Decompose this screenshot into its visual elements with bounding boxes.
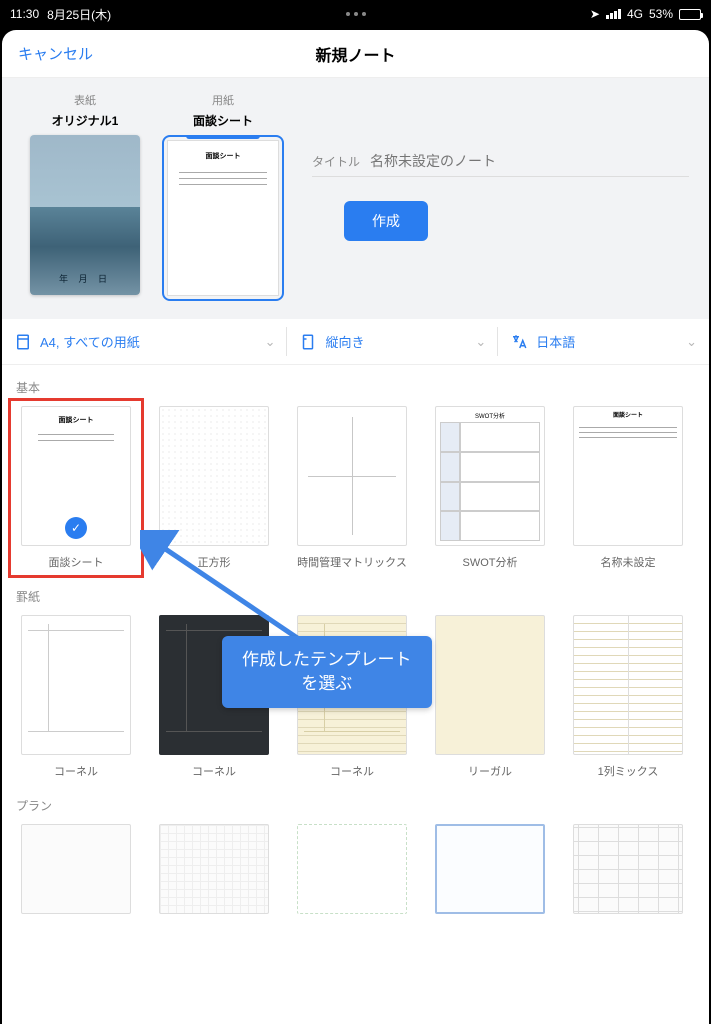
title-field-row[interactable]: タイトル xyxy=(312,153,689,177)
status-bar: 11:30 8月25日(木) ➤ 4G 53% xyxy=(0,0,711,28)
paper-column[interactable]: 用紙 面談シート 面談シート xyxy=(162,92,284,301)
template-caption: 1列ミックス xyxy=(598,763,659,779)
chevron-down-icon: ⌄ xyxy=(475,334,486,350)
cover-date-text: 年 月 日 xyxy=(30,272,140,285)
cover-label: 表紙 xyxy=(74,92,96,108)
paper-size-icon xyxy=(14,333,32,351)
create-button[interactable]: 作成 xyxy=(344,201,428,241)
template-interview-sheet[interactable]: 面談シート ✓ 面談シート xyxy=(16,406,136,570)
paper-thumb-title: 面談シート xyxy=(206,151,241,161)
cancel-button[interactable]: キャンセル xyxy=(18,43,93,64)
section-basic: 基本 面談シート ✓ 面談シート 正方形 時間管理マトリックス SWOT xyxy=(2,365,709,574)
template-caption: コーネル xyxy=(192,763,236,779)
template-time-matrix[interactable]: 時間管理マトリックス xyxy=(292,406,412,570)
orientation-label: 縦向き xyxy=(325,332,364,351)
annotation-line2: を選ぶ xyxy=(301,674,352,693)
title-input[interactable] xyxy=(370,153,689,169)
section-lined-title: 罫紙 xyxy=(16,588,695,605)
template-plan-1[interactable] xyxy=(16,824,136,914)
template-plan-2[interactable] xyxy=(154,824,274,914)
paper-card-selected[interactable]: 面談シート xyxy=(162,135,284,301)
hero-panel: 表紙 オリジナル1 年 月 日 用紙 面談シート 面談シート タイトル 作成 xyxy=(2,78,709,319)
chevron-down-icon: ⌄ xyxy=(265,334,276,350)
template-legal[interactable]: リーガル xyxy=(430,615,550,779)
template-square[interactable]: 正方形 xyxy=(154,406,274,570)
network-label: 4G xyxy=(627,7,643,21)
paper-name: 面談シート xyxy=(193,112,253,129)
section-plan-title: プラン xyxy=(16,797,695,814)
template-caption: コーネル xyxy=(330,763,374,779)
template-caption: コーネル xyxy=(54,763,98,779)
options-row: A4, すべての用紙 ⌄ 縦向き ⌄ 日本語 ⌄ xyxy=(2,319,709,365)
cover-name: オリジナル1 xyxy=(52,112,119,129)
battery-icon xyxy=(679,9,701,20)
template-plan-5[interactable] xyxy=(568,824,688,914)
template-caption: SWOT分析 xyxy=(463,554,518,570)
check-icon: ✓ xyxy=(65,517,87,539)
cover-column[interactable]: 表紙 オリジナル1 年 月 日 xyxy=(30,92,140,301)
template-cornell-white[interactable]: コーネル xyxy=(16,615,136,779)
section-basic-title: 基本 xyxy=(16,379,695,396)
title-label: タイトル xyxy=(312,153,360,170)
nav-bar: キャンセル 新規ノート xyxy=(2,30,709,78)
paper-size-label: A4, すべての用紙 xyxy=(40,332,140,351)
annotation-callout: 作成したテンプレート を選ぶ xyxy=(222,636,432,708)
thumb-title: 面談シート xyxy=(59,415,94,425)
status-date: 8月25日(木) xyxy=(47,6,111,23)
template-one-column-mix[interactable]: 1列ミックス xyxy=(568,615,688,779)
template-untitled[interactable]: 面談シート 名称未設定 xyxy=(568,406,688,570)
signal-icon xyxy=(606,9,621,19)
paper-size-selector[interactable]: A4, すべての用紙 ⌄ xyxy=(2,319,287,364)
battery-pct: 53% xyxy=(649,7,673,21)
location-icon: ➤ xyxy=(590,7,600,21)
status-time: 11:30 xyxy=(10,7,39,21)
template-caption: 面談シート xyxy=(49,554,104,570)
chevron-down-icon: ⌄ xyxy=(686,334,697,350)
multitask-dots xyxy=(346,12,366,16)
language-label: 日本語 xyxy=(536,332,575,351)
paper-label: 用紙 xyxy=(212,92,234,108)
new-note-sheet: キャンセル 新規ノート 表紙 オリジナル1 年 月 日 用紙 面談シート 面談シ… xyxy=(2,30,709,1024)
orientation-icon xyxy=(299,333,317,351)
cover-thumbnail[interactable]: 年 月 日 xyxy=(30,135,140,295)
page-title: 新規ノート xyxy=(315,42,395,66)
language-selector[interactable]: 日本語 ⌄ xyxy=(498,319,709,364)
template-plan-4[interactable] xyxy=(430,824,550,914)
template-caption: 正方形 xyxy=(198,554,231,570)
swot-thumb-title: SWOT分析 xyxy=(475,411,505,420)
section-plan: プラン xyxy=(2,783,709,914)
annotation-line1: 作成したテンプレート xyxy=(242,650,412,669)
template-swot[interactable]: SWOT分析 SWOT分析 xyxy=(430,406,550,570)
template-caption: 時間管理マトリックス xyxy=(297,554,407,570)
template-caption: 名称未設定 xyxy=(601,554,656,570)
template-plan-3[interactable] xyxy=(292,824,412,914)
template-caption: リーガル xyxy=(468,763,512,779)
orientation-selector[interactable]: 縦向き ⌄ xyxy=(287,319,498,364)
language-icon xyxy=(510,333,528,351)
